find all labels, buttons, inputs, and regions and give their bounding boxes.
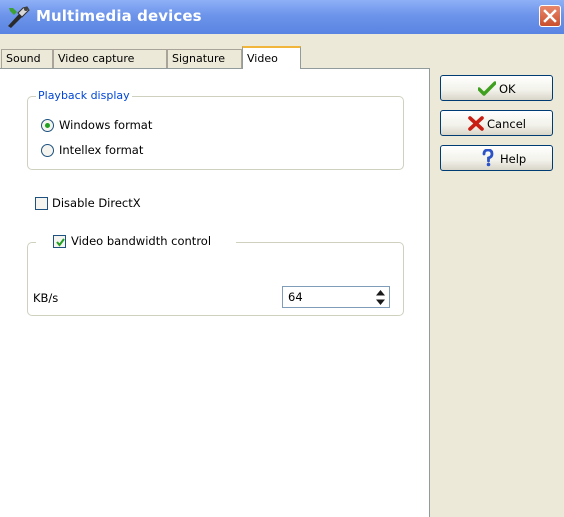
spin-down-icon <box>376 299 385 305</box>
video-bandwidth-label[interactable]: Video bandwidth control <box>71 234 211 248</box>
cancel-label: Cancel <box>487 117 526 131</box>
spin-up-icon <box>376 290 385 296</box>
wrench-icon <box>5 5 31 29</box>
kbs-label: KB/s <box>33 291 59 305</box>
tab-label: Video <box>247 52 278 65</box>
playback-display-legend: Playback display <box>36 89 132 102</box>
disable-directx-checkbox[interactable] <box>35 197 48 210</box>
radio-selected-dot <box>45 123 50 128</box>
close-button[interactable] <box>539 5 561 27</box>
intellex-format-label[interactable]: Intellex format <box>59 143 143 157</box>
windows-format-radio[interactable] <box>41 119 54 132</box>
tab-label: Signature <box>172 52 226 65</box>
action-button-panel: OK Cancel Help <box>430 68 564 517</box>
video-tab-panel: Playback display Windows format Intellex… <box>0 68 430 517</box>
kbs-spinbox[interactable]: 64 <box>282 286 390 308</box>
windows-format-label[interactable]: Windows format <box>59 118 152 132</box>
kbs-value[interactable]: 64 <box>288 290 303 304</box>
window-body: Sound Video capture Signature Video Play… <box>0 34 564 517</box>
ok-label: OK <box>499 82 516 96</box>
help-button[interactable]: Help <box>440 145 553 171</box>
window-title: Multimedia devices <box>36 7 202 25</box>
question-icon <box>481 148 495 170</box>
tab-label: Video capture <box>58 52 135 65</box>
ok-button[interactable]: OK <box>440 75 553 101</box>
title-bar[interactable]: Multimedia devices <box>0 0 564 34</box>
spin-buttons[interactable] <box>374 289 387 306</box>
tab-label: Sound <box>6 52 41 65</box>
tab-signature[interactable]: Signature <box>167 49 242 68</box>
disable-directx-label[interactable]: Disable DirectX <box>52 196 141 210</box>
x-icon <box>468 116 484 134</box>
tab-video-capture[interactable]: Video capture <box>53 49 167 68</box>
tab-video[interactable]: Video <box>242 46 301 69</box>
video-bandwidth-checkbox[interactable] <box>53 235 66 248</box>
cancel-button[interactable]: Cancel <box>440 110 553 136</box>
intellex-format-radio[interactable] <box>41 144 54 157</box>
tab-sound[interactable]: Sound <box>1 49 53 68</box>
checkmark-icon <box>56 238 65 247</box>
playback-display-group <box>27 96 404 170</box>
checkmark-icon <box>477 81 497 99</box>
help-label: Help <box>500 152 527 166</box>
